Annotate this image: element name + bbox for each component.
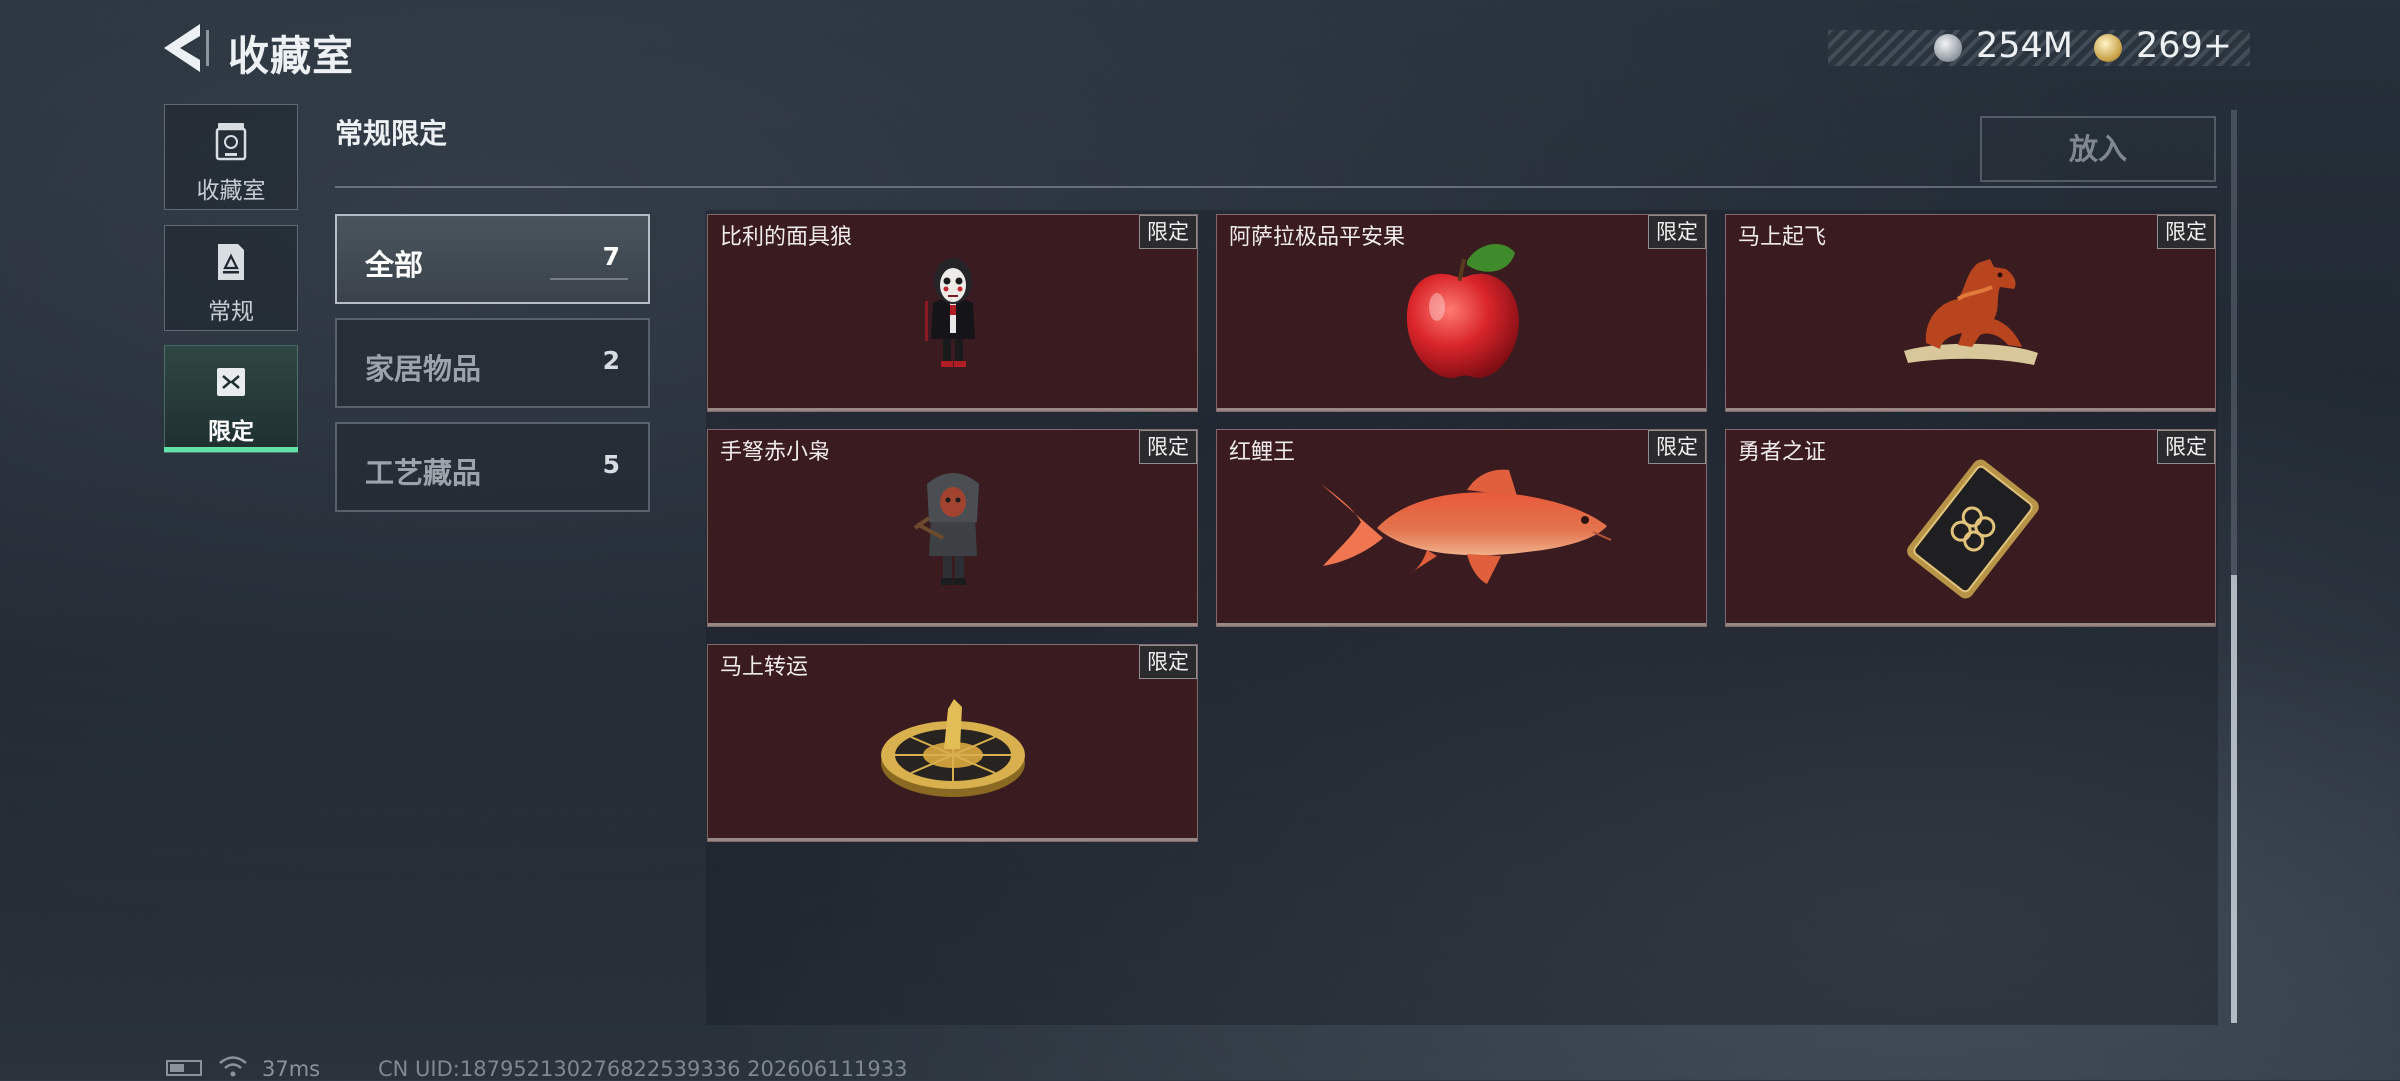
scrollbar-thumb[interactable] xyxy=(2231,575,2237,1023)
limited-badge: 限定 xyxy=(2157,430,2215,464)
item-name: 马上转运 xyxy=(720,655,809,680)
place-button[interactable]: 放入 xyxy=(1980,116,2216,182)
section-divider xyxy=(335,186,2217,188)
ping-value: 37ms xyxy=(262,1057,321,1081)
limited-badge: 限定 xyxy=(1648,430,1706,464)
category-label: 全部 xyxy=(365,248,424,282)
nav-item-limited[interactable]: 限定 xyxy=(164,345,298,453)
limited-badge: 限定 xyxy=(2157,215,2215,249)
item-name: 比利的面具狼 xyxy=(720,225,853,250)
category-count: 5 xyxy=(602,450,620,479)
nav-item-label: 常规 xyxy=(208,299,254,325)
category-count: 2 xyxy=(602,346,620,375)
gold-coin-icon xyxy=(2094,34,2122,62)
item-card[interactable]: 勇者之证 限定 xyxy=(1725,429,2216,627)
category-label: 工艺藏品 xyxy=(365,456,482,490)
item-card[interactable]: 红鲤王 限定 xyxy=(1216,429,1707,627)
item-card[interactable]: 手弩赤小枭 限定 xyxy=(707,429,1198,627)
item-name: 红鲤王 xyxy=(1229,440,1296,465)
gold-coin-amount: 269+ xyxy=(2136,26,2233,66)
golden-wheel-icon xyxy=(881,699,1025,797)
nav-item-label: 限定 xyxy=(208,419,254,445)
item-card[interactable]: 阿萨拉极品平安果 限定 xyxy=(1216,214,1707,412)
item-card[interactable]: 比利的面具狼 限定 xyxy=(707,214,1198,412)
item-name: 马上起飞 xyxy=(1738,225,1827,250)
gold-card-icon xyxy=(1907,459,2039,599)
category-underline xyxy=(550,278,628,280)
limited-icon xyxy=(217,368,245,396)
back-button[interactable] xyxy=(160,20,212,76)
koi-fish-icon xyxy=(1321,469,1612,584)
section-title: 常规限定 xyxy=(335,117,448,150)
user-uid: CN UID:187952130276822539336 20260611193… xyxy=(378,1057,908,1081)
nav-item-collection[interactable]: 收藏室 xyxy=(164,104,298,210)
limited-badge: 限定 xyxy=(1139,430,1197,464)
vault-icon xyxy=(215,123,247,161)
hooded-figure-icon xyxy=(913,473,979,585)
category-home-items[interactable]: 家居物品 2 xyxy=(335,318,650,408)
horse-statue-icon xyxy=(1904,259,2038,365)
document-icon xyxy=(218,244,244,280)
page-title: 收藏室 xyxy=(228,32,354,80)
category-all[interactable]: 全部 7 xyxy=(335,214,650,304)
battery-level xyxy=(170,1064,184,1072)
limited-badge: 限定 xyxy=(1139,645,1197,679)
back-arrow-icon xyxy=(164,24,209,72)
limited-badge: 限定 xyxy=(1139,215,1197,249)
item-name: 勇者之证 xyxy=(1738,440,1827,465)
item-name: 手弩赤小枭 xyxy=(720,440,831,465)
limited-badge: 限定 xyxy=(1648,215,1706,249)
category-label: 家居物品 xyxy=(365,352,482,386)
item-card[interactable]: 马上起飞 限定 xyxy=(1725,214,2216,412)
category-craft-collectibles[interactable]: 工艺藏品 5 xyxy=(335,422,650,512)
category-count: 7 xyxy=(602,242,620,271)
wifi-icon xyxy=(219,1056,247,1077)
silver-coin-amount: 254M xyxy=(1976,26,2074,66)
silver-coin-icon xyxy=(1934,34,1962,62)
nav-item-regular[interactable]: 常规 xyxy=(164,225,298,331)
item-card[interactable]: 马上转运 限定 xyxy=(707,644,1198,842)
item-name: 阿萨拉极品平安果 xyxy=(1229,225,1406,250)
active-tab-indicator xyxy=(164,447,298,452)
nav-item-label: 收藏室 xyxy=(196,178,266,204)
masked-figure-icon xyxy=(925,258,975,367)
apple-icon xyxy=(1406,243,1519,378)
